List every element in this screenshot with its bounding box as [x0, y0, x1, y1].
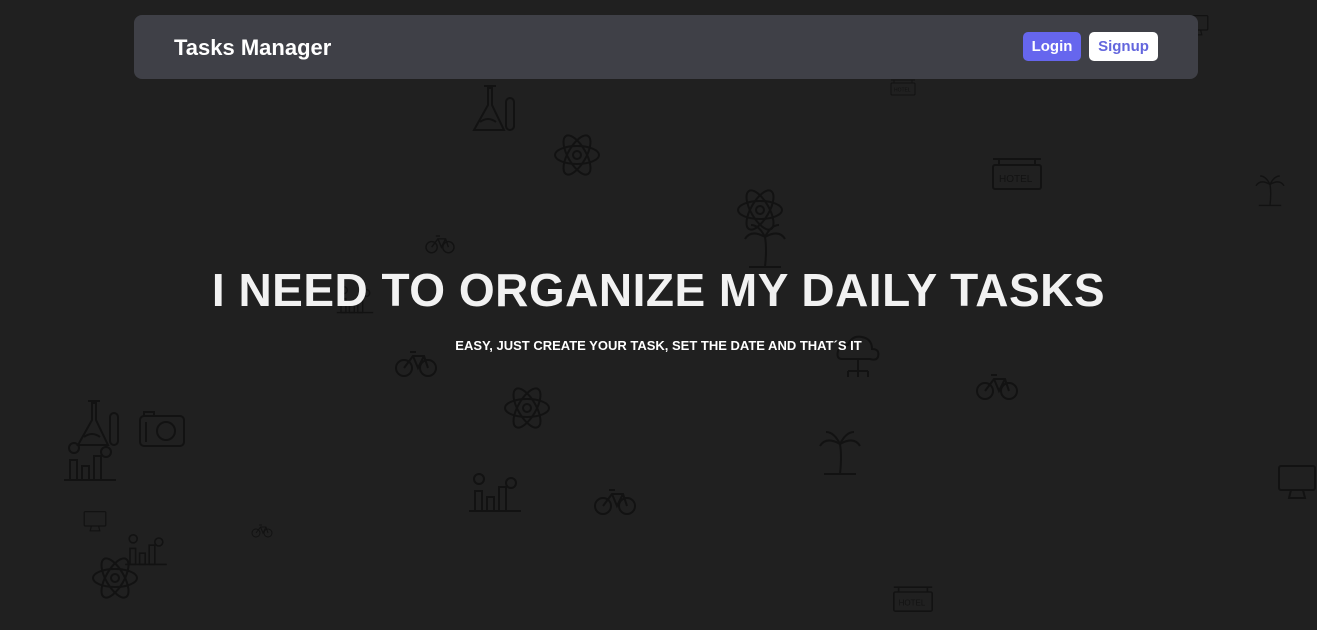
hotel-sign-icon	[890, 79, 916, 96]
bar-chart-icon	[124, 533, 168, 566]
nav-actions: Login Signup	[1023, 32, 1158, 61]
bicycle-icon	[976, 374, 1018, 400]
bar-chart-icon	[468, 473, 522, 512]
bicycle-icon	[395, 351, 437, 377]
hero-title: I NEED TO ORGANIZE MY DAILY TASKS	[211, 264, 1106, 316]
bicycle-icon	[594, 489, 636, 515]
flask-icon	[473, 85, 515, 131]
palm-tree-icon	[1255, 175, 1285, 207]
signup-button[interactable]: Signup	[1089, 32, 1158, 61]
hotel-sign-icon	[992, 158, 1042, 190]
bicycle-icon	[425, 235, 455, 254]
monitor-icon	[83, 511, 107, 532]
brand-title[interactable]: Tasks Manager	[174, 35, 331, 61]
monitor-icon	[1278, 465, 1316, 499]
hero-subtitle: EASY, JUST CREATE YOUR TASK, SET THE DAT…	[455, 338, 862, 353]
navbar: Tasks Manager Login Signup	[134, 15, 1198, 79]
login-button[interactable]: Login	[1023, 32, 1081, 61]
bicycle-icon	[251, 524, 273, 538]
hero: I NEED TO ORGANIZE MY DAILY TASKS EASY, …	[0, 262, 1317, 354]
hotel-sign-icon	[892, 586, 934, 613]
camera-icon	[139, 411, 185, 447]
atom-icon	[554, 130, 600, 180]
atom-icon	[504, 383, 550, 433]
palm-tree-icon	[744, 224, 786, 268]
flask-icon	[77, 400, 119, 446]
page: HOTEL	[0, 0, 1317, 630]
palm-tree-icon	[819, 431, 861, 475]
bar-chart-icon	[63, 442, 117, 481]
